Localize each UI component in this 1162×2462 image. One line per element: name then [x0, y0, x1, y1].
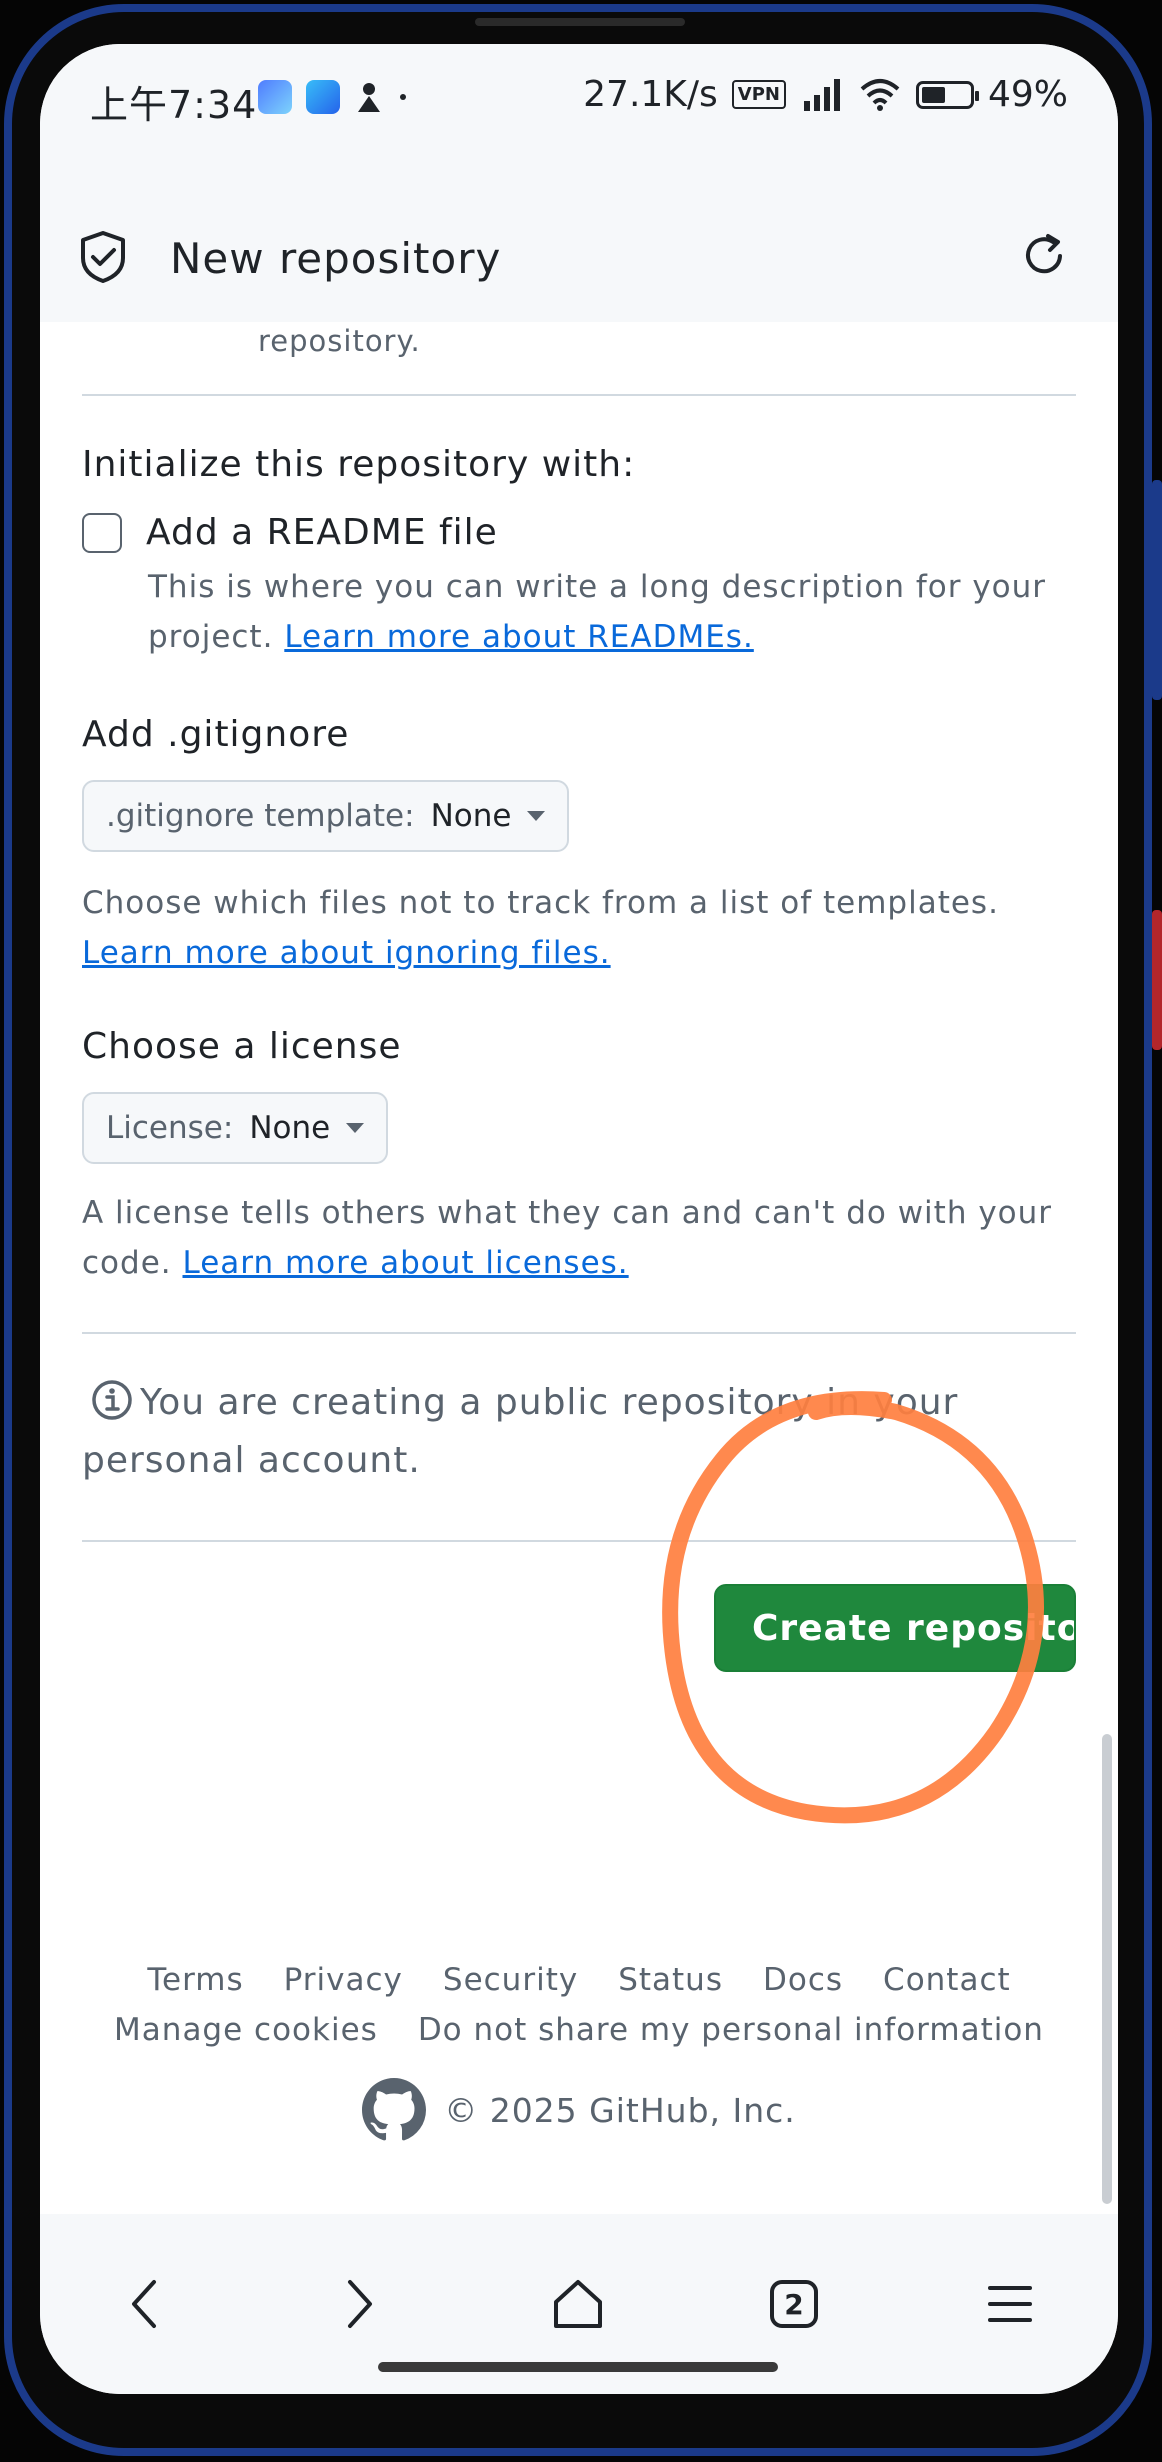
forward-icon	[348, 2280, 372, 2328]
wifi-icon	[860, 78, 900, 111]
copyright-text: © 2025 GitHub, Inc.	[444, 2090, 796, 2130]
earpiece	[475, 18, 685, 26]
power-button	[1152, 910, 1162, 1050]
create-repository-button[interactable]: Create repository	[714, 1584, 1076, 1672]
footer-link[interactable]: Docs	[763, 1962, 843, 1998]
gitignore-title: Add .gitignore	[82, 714, 350, 755]
dot-icon	[400, 94, 406, 100]
app-notification-icon	[258, 80, 292, 114]
info-icon	[92, 1380, 132, 1420]
footer-link[interactable]: Privacy	[284, 1962, 403, 1998]
screen: 上午7:34 27.1K/s VPN 49% New repository re…	[40, 44, 1118, 2394]
license-select-value: None	[249, 1110, 331, 1146]
footer-link[interactable]: Terms	[147, 1962, 243, 1998]
scrollbar[interactable]	[1102, 1734, 1112, 2204]
volume-button	[1152, 480, 1162, 700]
gitignore-desc-text: Choose which files not to track from a l…	[82, 885, 999, 921]
menu-button[interactable]	[970, 2264, 1050, 2344]
tabs-button[interactable]: 2	[754, 2264, 834, 2344]
page-title: New repository	[170, 234, 502, 283]
person-notification-icon	[358, 83, 380, 112]
status-app-icons	[258, 80, 408, 114]
home-icon	[554, 2280, 602, 2328]
caret-down-icon	[346, 1123, 365, 1133]
license-select[interactable]: License: None	[82, 1092, 389, 1164]
menu-icon	[988, 2286, 1032, 2322]
footer-links-row2: Manage cookies Do not share my personal i…	[82, 2012, 1076, 2048]
gitignore-select-value: None	[430, 798, 512, 834]
home-button[interactable]	[538, 2264, 618, 2344]
back-button[interactable]	[104, 2264, 184, 2344]
footer-link[interactable]: Contact	[883, 1962, 1011, 1998]
readme-learn-more-link[interactable]: Learn more about READMEs.	[284, 619, 754, 655]
gallery-notification-icon	[306, 80, 340, 114]
notice-text: You are creating a public repository in …	[82, 1382, 959, 1481]
battery-icon	[915, 80, 979, 109]
signal-icon	[803, 78, 840, 111]
divider	[82, 1332, 1076, 1334]
battery-percent: 49%	[987, 74, 1068, 115]
gitignore-select[interactable]: .gitignore template: None	[82, 780, 570, 852]
footer-link[interactable]: Do not share my personal information	[418, 2012, 1044, 2048]
status-time: 上午7:34	[90, 83, 258, 127]
license-description: A license tells others what they can and…	[82, 1188, 1076, 1288]
init-section-title: Initialize this repository with:	[82, 444, 636, 485]
readme-label[interactable]: Add a README file	[146, 512, 498, 553]
github-logo-icon[interactable]	[362, 2078, 427, 2142]
divider	[82, 1540, 1076, 1542]
back-icon	[132, 2280, 156, 2328]
browser-header: New repository	[40, 154, 1118, 322]
gitignore-learn-more-link[interactable]: Learn more about ignoring files.	[82, 935, 611, 971]
phone-frame: 上午7:34 27.1K/s VPN 49% New repository re…	[0, 0, 1162, 2462]
forward-button[interactable]	[320, 2264, 400, 2344]
status-bar: 上午7:34 27.1K/s VPN 49%	[40, 44, 1118, 154]
readme-row[interactable]: Add a README file	[82, 512, 498, 553]
footer-link[interactable]: Security	[443, 1962, 578, 1998]
readme-checkbox[interactable]	[82, 512, 122, 553]
license-learn-more-link[interactable]: Learn more about licenses.	[182, 1245, 628, 1281]
footer-copyright: © 2025 GitHub, Inc.	[82, 2078, 1076, 2142]
license-select-label: License:	[106, 1110, 234, 1146]
reload-icon[interactable]	[1018, 230, 1070, 282]
network-speed: 27.1K/s	[583, 74, 718, 115]
footer-link[interactable]: Status	[618, 1962, 723, 1998]
previous-desc-fragment: repository.	[258, 324, 421, 358]
gitignore-select-label: .gitignore template:	[106, 798, 415, 834]
footer-link[interactable]: Manage cookies	[114, 2012, 378, 2048]
gitignore-description: Choose which files not to track from a l…	[82, 878, 1076, 978]
home-indicator[interactable]	[378, 2362, 778, 2372]
status-right: 27.1K/s VPN 49%	[583, 74, 1068, 115]
tabs-count: 2	[784, 2287, 804, 2321]
public-repo-notice: You are creating a public repository in …	[82, 1374, 1076, 1490]
footer-links-row1: Terms Privacy Security Status Docs Contact	[82, 1962, 1076, 1998]
shield-check-icon[interactable]	[78, 230, 128, 284]
readme-description: This is where you can write a long descr…	[148, 562, 1076, 662]
caret-down-icon	[527, 811, 546, 821]
license-title: Choose a license	[82, 1026, 402, 1067]
vpn-badge: VPN	[731, 80, 786, 109]
divider	[82, 394, 1076, 396]
